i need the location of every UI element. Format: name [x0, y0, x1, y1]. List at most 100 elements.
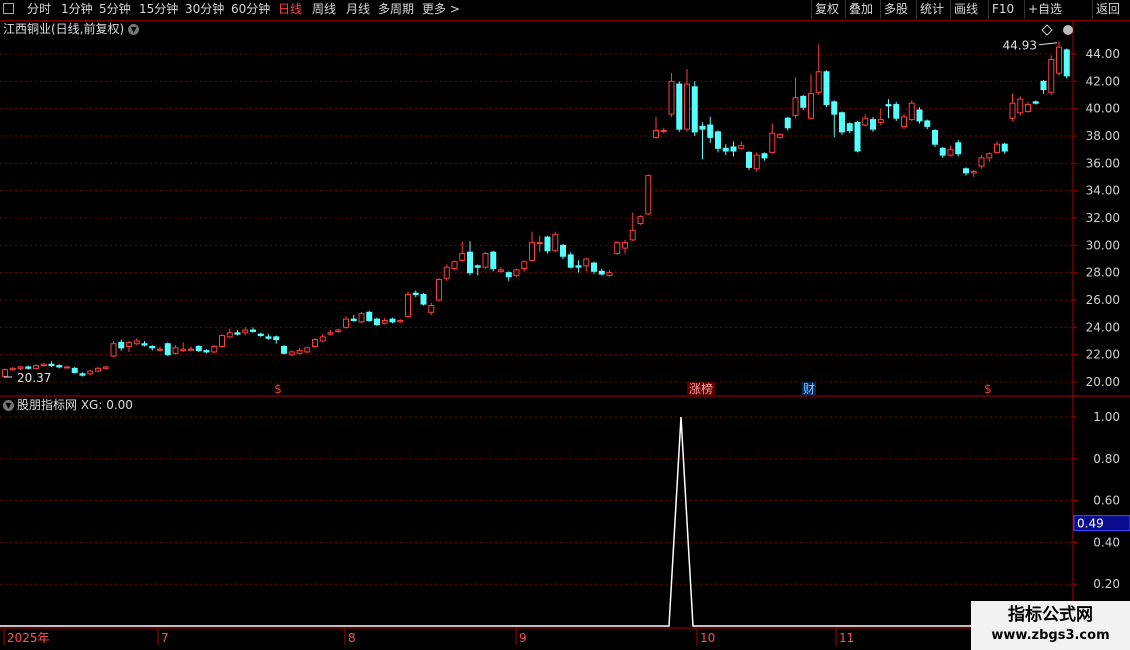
price-tick-label: 44.00	[1086, 47, 1120, 61]
candle-body	[746, 151, 752, 168]
candle-body	[257, 333, 264, 337]
candle-body	[273, 336, 280, 341]
candle-body	[893, 104, 900, 119]
marker-finance: 财	[803, 382, 815, 396]
watermark-title: 指标公式网	[1008, 605, 1093, 625]
marker-dollar: $	[984, 382, 992, 396]
candle-body	[87, 370, 94, 375]
candle-body	[769, 132, 776, 153]
candle-body	[164, 343, 171, 356]
candle-body	[1009, 102, 1016, 119]
candle-body	[916, 109, 923, 122]
candle-body	[660, 130, 667, 133]
current-value-label: 0.49	[1077, 517, 1104, 531]
candle-body	[327, 332, 334, 335]
candle-body	[381, 319, 388, 324]
candle-body	[753, 154, 760, 170]
candle-body	[614, 242, 621, 255]
candle-body	[924, 120, 931, 127]
candle-body	[180, 348, 187, 352]
candle-body	[691, 86, 698, 133]
candle-body	[110, 343, 117, 357]
candle-body	[637, 216, 644, 224]
candle-body	[358, 313, 365, 323]
candle-body	[978, 157, 985, 167]
candle-body	[994, 143, 1000, 153]
candle-body	[412, 292, 419, 296]
candle-body	[48, 363, 55, 367]
candle-body	[761, 153, 768, 159]
candle-body	[575, 265, 582, 268]
candle-body	[513, 269, 520, 276]
candle-body	[118, 341, 125, 349]
candle-body	[947, 149, 954, 156]
candle-body	[676, 83, 683, 130]
candle-body	[350, 318, 357, 321]
indicator-line	[0, 416, 1073, 627]
candle-body	[459, 253, 466, 261]
candle-body	[226, 332, 233, 338]
candle-body	[25, 366, 32, 369]
candle-body	[1001, 143, 1008, 152]
candle-body	[784, 117, 791, 129]
candle-body	[188, 348, 194, 351]
candle-body	[133, 340, 140, 345]
indicator-tick-label: 0.40	[1093, 535, 1120, 549]
candle-body	[560, 244, 566, 257]
candle-body	[598, 270, 605, 275]
candle-body	[808, 93, 814, 119]
candle-body	[79, 373, 86, 376]
candle-body	[397, 319, 404, 323]
indicator-tick-label: 1.00	[1093, 410, 1120, 424]
candle-body	[242, 329, 249, 334]
candle-body	[490, 251, 497, 270]
candle-body	[265, 336, 272, 339]
candle-body	[699, 125, 706, 130]
candle-body	[451, 261, 458, 270]
candle-body	[815, 71, 822, 93]
candle-body	[684, 83, 690, 130]
high-price-label: 44.93	[1003, 39, 1037, 53]
candle-body	[738, 145, 745, 149]
chart-svg: 44.00 42.00 40.00 38.00 36.00 34.00 32.00 30.00…	[0, 20, 1130, 645]
price-tick-label: 20.00	[1086, 375, 1120, 389]
candle-body	[544, 236, 551, 252]
candle-body	[629, 229, 636, 241]
candle-body	[296, 350, 303, 354]
diamond-icon	[1041, 24, 1053, 36]
candle-body	[1040, 80, 1047, 91]
candle-body	[521, 261, 528, 270]
candle-body	[885, 104, 892, 107]
candle-body	[234, 332, 241, 335]
candle-body	[172, 347, 179, 354]
candle-body	[1063, 49, 1070, 77]
candle-body	[288, 351, 295, 356]
candle-body	[335, 329, 342, 332]
candle-body	[250, 329, 256, 332]
candle-body	[141, 343, 148, 346]
candle-body	[319, 336, 326, 342]
marker-rank: 涨榜	[689, 381, 713, 396]
candle-body	[1056, 46, 1062, 74]
candle-body	[343, 318, 349, 328]
price-tick-label: 40.00	[1086, 102, 1120, 116]
candle-body	[304, 347, 311, 353]
candle-body	[963, 168, 969, 174]
candle-body	[722, 147, 729, 152]
candle-body	[505, 272, 512, 278]
candle-body	[877, 119, 884, 123]
indicator-tick-label: 0.80	[1093, 452, 1120, 466]
candle-body	[567, 254, 574, 268]
watermark-url: www.zbgs3.com	[991, 628, 1110, 643]
candle-body	[498, 269, 504, 272]
candle-body	[715, 131, 721, 149]
candle-body	[777, 134, 783, 138]
indicator-tick-label: 0.20	[1093, 577, 1120, 591]
candle-body	[71, 367, 78, 373]
price-tick-label: 36.00	[1086, 156, 1120, 170]
candle-body	[831, 101, 838, 115]
candle-body	[203, 350, 210, 353]
candle-body	[195, 345, 202, 352]
candle-body	[870, 119, 876, 130]
candle-body	[932, 130, 938, 145]
